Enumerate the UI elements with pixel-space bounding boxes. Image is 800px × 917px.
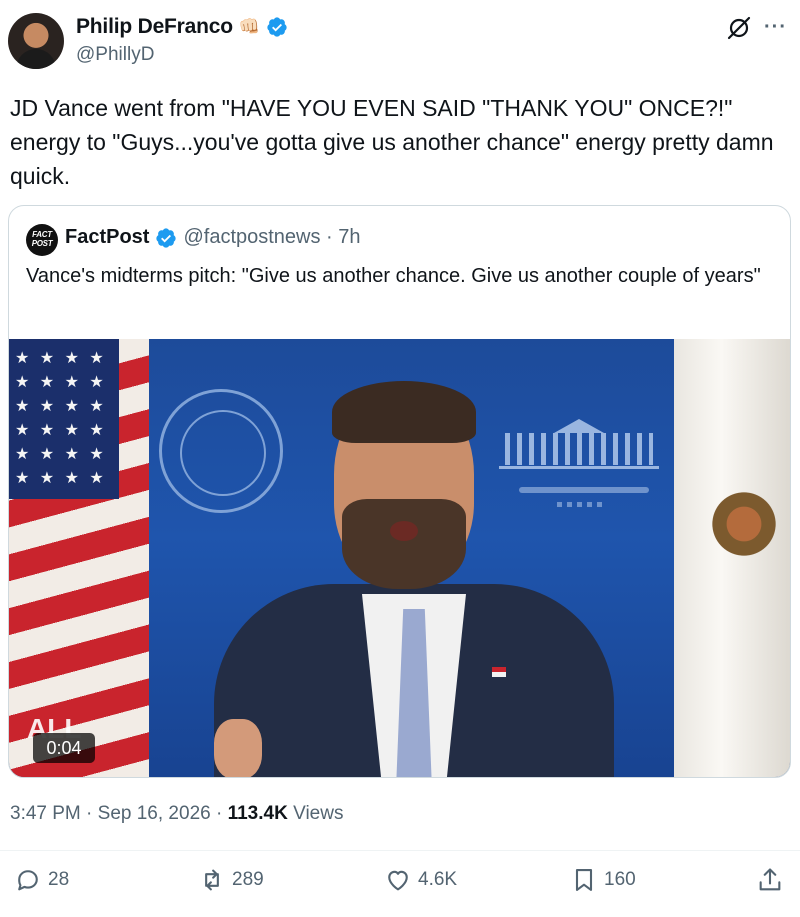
speaker-mouth (390, 521, 418, 541)
author-handle[interactable]: @PhillyD (76, 44, 154, 66)
quote-verified-badge-icon (156, 227, 177, 248)
repost-button[interactable]: 289 (198, 866, 264, 894)
share-icon (759, 868, 781, 891)
more-options-icon[interactable]: ··· (764, 16, 787, 39)
speaker-beard (342, 499, 466, 589)
flag-stars: ★ ★ ★ ★ ★ ★ ★ ★ ★ ★ ★ ★ ★ ★ ★ ★ ★ ★ ★ ★ ★ ★ ★… (15, 350, 107, 487)
video-player[interactable]: ★ ★ ★ ★ ★ ★ ★ ★ ★ ★ ★ ★ ★ ★ ★ ★ ★ ★ ★ ★ ★ ★ ★… (9, 339, 790, 777)
repost-icon (205, 869, 219, 891)
like-count: 4.6K (418, 869, 458, 890)
fist-emoji: 👊🏻 (238, 17, 261, 36)
quoted-tweet[interactable]: FACT POST FactPost @factpostnews · 7h Va… (8, 205, 791, 778)
share-button[interactable] (756, 866, 784, 894)
grok-icon[interactable] (726, 15, 752, 41)
heart-icon (388, 870, 408, 891)
meta-separator: · (86, 803, 93, 824)
post-time[interactable]: 3:47 PM (10, 803, 81, 824)
verified-badge-icon (267, 17, 287, 37)
like-button[interactable]: 4.6K (384, 866, 457, 894)
avatar[interactable] (8, 13, 64, 69)
author-name-row: Philip DeFranco 👊🏻 (76, 15, 288, 39)
speaker-image (214, 379, 614, 777)
speaker-hand (214, 719, 262, 777)
divider (0, 850, 800, 851)
bookmark-count: 160 (604, 869, 636, 890)
meta-separator-2: · (215, 803, 223, 824)
video-duration-badge: 0:04 (33, 733, 95, 763)
speaker-hair (332, 381, 476, 443)
tweet-meta: 3:47 PM · Sep 16, 2026 · 113.4K Views (10, 803, 343, 825)
flag-lapel-pin (492, 667, 506, 677)
reply-count: 28 (48, 869, 70, 890)
author-display-name[interactable]: Philip DeFranco (76, 15, 233, 39)
quote-text: Vance's midterms pitch: "Give us another… (26, 265, 761, 287)
reply-button[interactable]: 28 (14, 866, 69, 894)
tweet-text: JD Vance went from "HAVE YOU EVEN SAID "… (10, 95, 780, 189)
quote-display-name[interactable]: FactPost (65, 226, 149, 249)
action-bar: 28 289 4.6K 160 (0, 866, 800, 906)
vp-flag-eagle (709, 479, 779, 569)
reply-icon (18, 870, 38, 891)
views-count: 113.4K (227, 803, 288, 824)
bookmark-button[interactable]: 160 (570, 866, 636, 894)
tweet-header: Philip DeFranco 👊🏻 @PhillyD ··· (0, 0, 800, 80)
post-date[interactable]: Sep 16, 2026 (98, 803, 211, 824)
quote-name-row: FactPost @factpostnews · 7h (65, 226, 361, 249)
bookmark-icon (575, 869, 593, 891)
views-label: Views (293, 803, 344, 824)
quote-handle-time[interactable]: @factpostnews · 7h (183, 226, 360, 249)
quote-avatar[interactable]: FACT POST (26, 224, 58, 256)
repost-count: 289 (232, 869, 264, 890)
flag-canton: ★ ★ ★ ★ ★ ★ ★ ★ ★ ★ ★ ★ ★ ★ ★ ★ ★ ★ ★ ★ ★ ★ ★… (9, 339, 119, 499)
